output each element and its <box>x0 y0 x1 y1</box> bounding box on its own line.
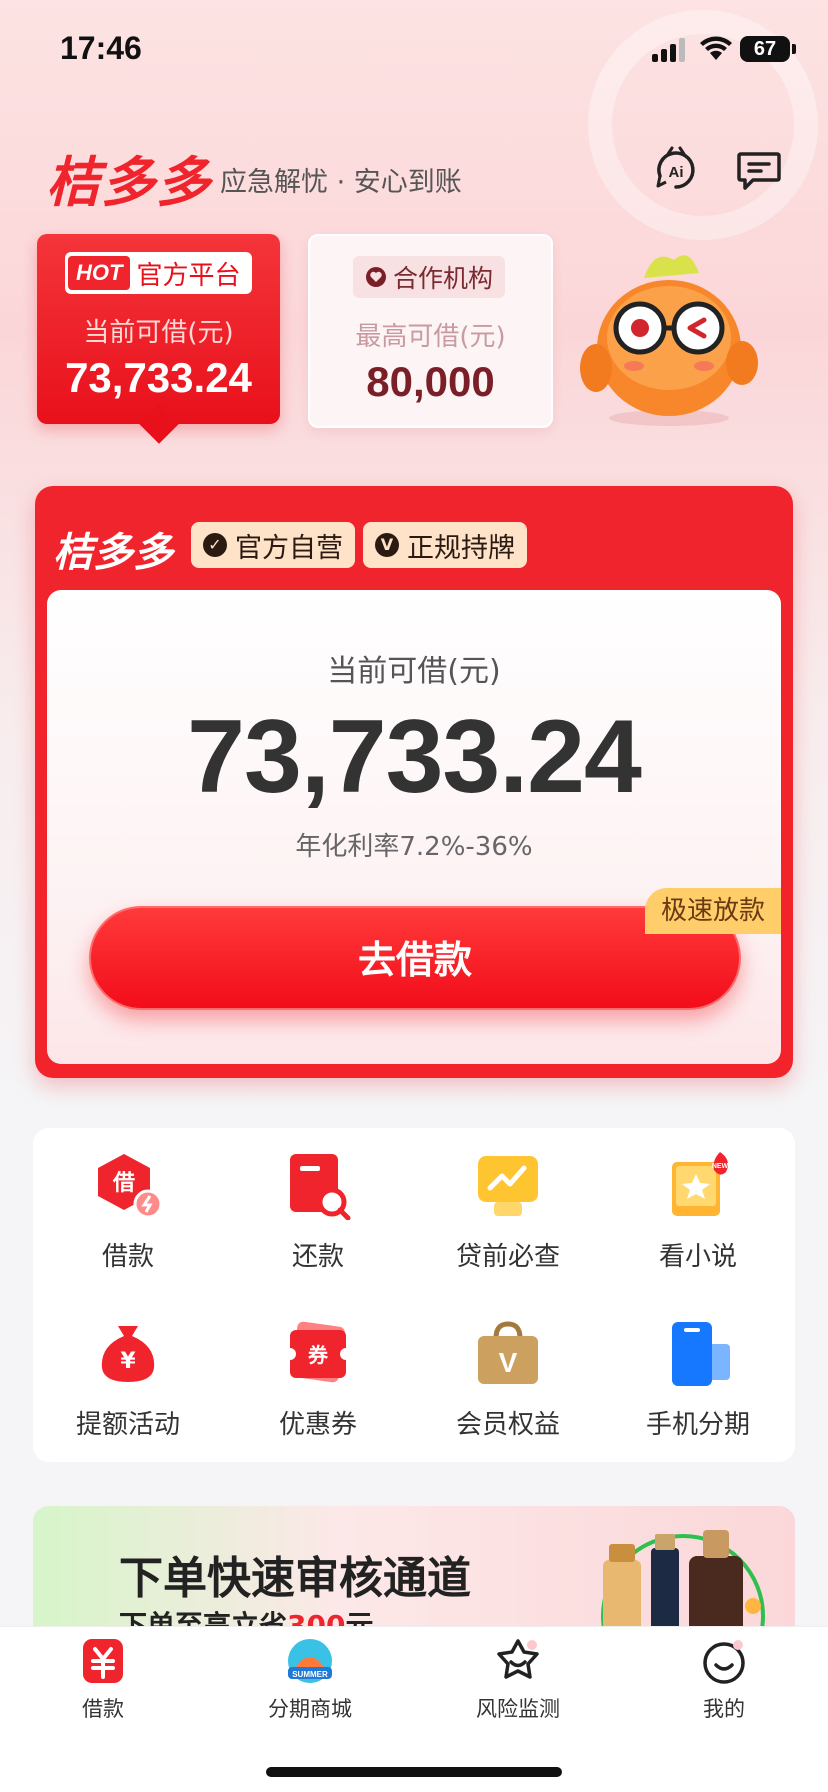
grid-label: 会员权益 <box>455 1410 560 1440</box>
bottom-tab-bar: 借款 SUMMER 分期商城 风险监测 我的 <box>0 1626 828 1792</box>
official-self-operated-badge: ✓ 官方自营 <box>191 522 355 568</box>
loan-amount-panel: 当前可借(元) 73,733.24 年化利率7.2%-36% 去借款 极速放款 <box>47 590 781 1064</box>
licensed-badge: V 正规持牌 <box>363 522 527 568</box>
grid-item-coupon[interactable]: 券 优惠券 <box>223 1320 413 1450</box>
svg-text:¥: ¥ <box>120 1349 136 1374</box>
main-card-logo: 桔多多 <box>53 530 173 576</box>
hot-badge: HOT <box>68 256 131 290</box>
official-platform-tag: HOT 官方平台 <box>65 252 253 294</box>
tab-label: 风险监测 <box>476 1697 560 1721</box>
tab-mine[interactable]: 我的 <box>634 1637 814 1727</box>
new-badge: NEW <box>712 1163 729 1170</box>
available-label: 当前可借(元) <box>327 654 501 689</box>
novel-icon: NEW <box>672 1152 729 1216</box>
battery-icon: 67 <box>740 36 796 62</box>
wifi-icon <box>700 36 732 60</box>
official-available-label: 当前可借(元) <box>83 318 234 348</box>
grid-item-credit-raise[interactable]: ¥ 提额活动 <box>33 1320 223 1450</box>
signal-icon <box>652 38 688 62</box>
vip-bag-icon: V <box>478 1321 538 1384</box>
brand-logo: 桔多多 <box>46 151 211 214</box>
partner-max-value: 80,000 <box>366 358 495 405</box>
tab-loan[interactable]: 借款 <box>13 1637 193 1727</box>
official-platform-label: 官方平台 <box>136 260 241 291</box>
ai-assistant-icon[interactable]: Ai <box>652 146 700 194</box>
smile-icon <box>703 1640 745 1684</box>
grid-label: 手机分期 <box>645 1410 750 1440</box>
coupon-icon: 券 <box>284 1321 352 1383</box>
svg-text:借: 借 <box>112 1171 135 1196</box>
phone-icon <box>672 1322 730 1386</box>
official-platform-card[interactable]: HOT 官方平台 当前可借(元) 73,733.24 <box>37 234 280 444</box>
credit-check-icon <box>478 1156 538 1216</box>
summer-label: SUMMER <box>292 1670 328 1679</box>
partner-max-label: 最高可借(元) <box>355 322 506 352</box>
grid-label: 贷前必查 <box>455 1242 560 1272</box>
promo-banner[interactable]: 下单快速审核通道 下单至高立省300元 <box>33 1506 795 1626</box>
grid-item-credit-check[interactable]: 贷前必查 <box>413 1152 603 1282</box>
official-available-value: 73,733.24 <box>65 354 252 401</box>
repay-icon <box>290 1154 351 1220</box>
svg-text:V: V <box>499 1347 518 1378</box>
home-indicator[interactable] <box>266 1767 562 1777</box>
v-badge-icon: V <box>375 533 399 557</box>
partner-tag-label: 合作机构 <box>393 264 494 293</box>
banner-sub-highlight: 300 <box>287 1609 346 1626</box>
tab-label: 分期商城 <box>268 1697 352 1721</box>
grid-item-loan[interactable]: 借 借款 <box>33 1152 223 1282</box>
status-bar: 17:46 67 <box>0 0 828 100</box>
yuan-icon <box>83 1639 123 1683</box>
grid-label: 还款 <box>291 1242 344 1272</box>
grid-item-repay[interactable]: 还款 <box>223 1152 413 1282</box>
annual-rate: 年化利率7.2%-36% <box>295 832 533 862</box>
mascot-icon <box>580 255 758 426</box>
tab-label: 借款 <box>82 1697 124 1721</box>
badge-label: 正规持牌 <box>407 532 515 564</box>
loan-icon: 借 <box>98 1154 162 1219</box>
banner-sub-suffix: 元 <box>345 1609 374 1626</box>
svg-text:Ai: Ai <box>669 164 684 181</box>
grid-item-vip[interactable]: V 会员权益 <box>413 1320 603 1450</box>
main-loan-card: 桔多多 ✓ 官方自营 V 正规持牌 当前可借(元) 73,733.24 年化利率… <box>35 486 793 1078</box>
summer-icon: SUMMER <box>288 1639 332 1683</box>
badge-label: 官方自营 <box>235 532 343 564</box>
borrow-button[interactable]: 去借款 <box>89 906 741 1010</box>
grid-label: 优惠券 <box>278 1410 357 1440</box>
fast-disbursement-tag: 极速放款 <box>644 888 781 934</box>
tab-mall[interactable]: SUMMER 分期商城 <box>220 1637 400 1727</box>
banner-sub-prefix: 下单至高立省 <box>119 1609 288 1626</box>
tab-risk-monitor[interactable]: 风险监测 <box>428 1637 608 1727</box>
partner-tag: 合作机构 <box>353 256 506 298</box>
tab-label: 我的 <box>703 1697 745 1721</box>
cosmetics-product-image <box>601 1530 765 1626</box>
grid-label: 看小说 <box>658 1242 737 1272</box>
message-icon[interactable] <box>735 146 783 194</box>
svg-text:券: 券 <box>307 1343 329 1367</box>
grid-label: 借款 <box>101 1242 154 1272</box>
available-amount: 73,733.24 <box>187 699 642 815</box>
grid-item-novel[interactable]: NEW 看小说 <box>603 1152 793 1282</box>
grid-item-phone-installment[interactable]: 手机分期 <box>603 1320 793 1450</box>
grid-label: 提额活动 <box>75 1410 180 1440</box>
star-face-icon <box>497 1639 539 1679</box>
banner-title: 下单快速审核通道 <box>119 1553 471 1604</box>
status-time: 17:46 <box>60 30 142 66</box>
function-grid: 借 借款 还款 贷前必查 NEW 看小说 ¥ 提额活动 券 优惠券 V 会员权益… <box>33 1128 795 1462</box>
partner-institution-card[interactable]: 合作机构 最高可借(元) 80,000 <box>308 234 553 428</box>
brand-slogan: 应急解忧 · 安心到账 <box>220 167 462 198</box>
heart-badge-icon <box>366 267 386 287</box>
banner-subtitle: 下单至高立省300元 <box>119 1604 373 1626</box>
check-badge-icon: ✓ <box>203 533 227 557</box>
money-bag-icon: ¥ <box>101 1326 155 1382</box>
